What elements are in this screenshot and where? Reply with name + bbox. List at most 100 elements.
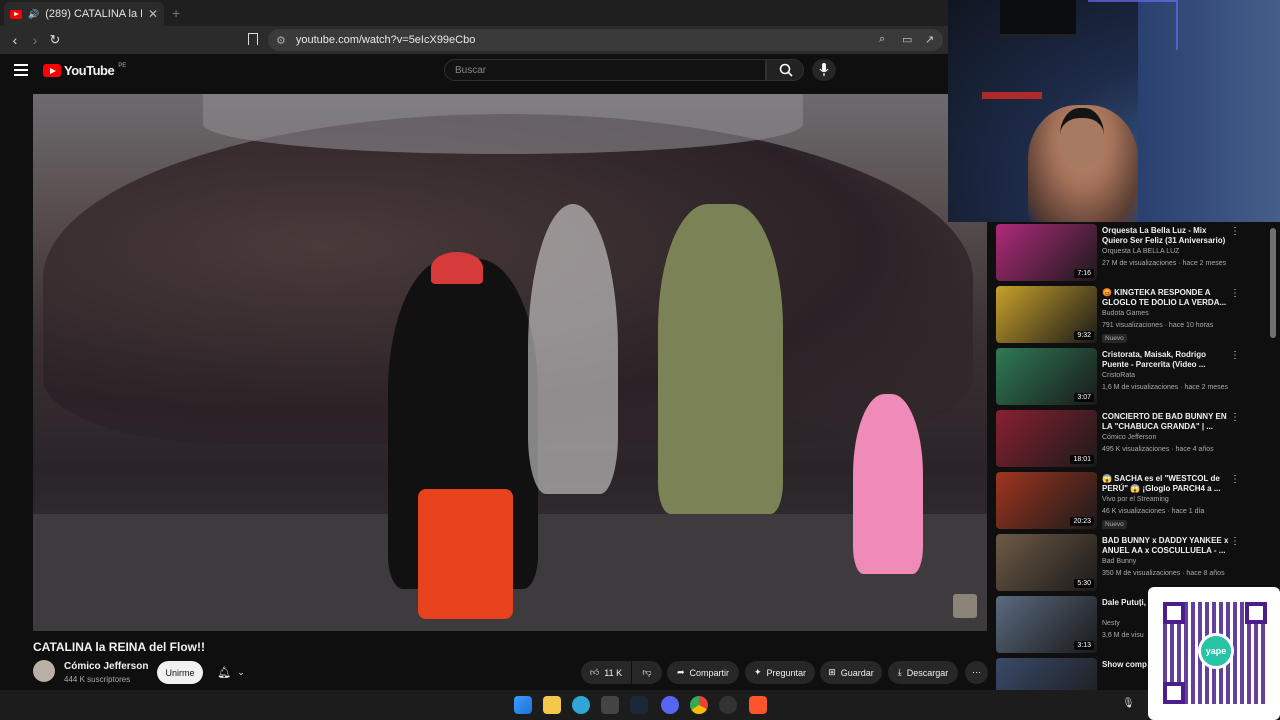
search-icon xyxy=(779,63,793,77)
rec-duration: 7:16 xyxy=(1074,269,1094,278)
rec-channel[interactable]: CristoRata xyxy=(1102,372,1135,379)
share-page-icon[interactable]: ↗ xyxy=(925,33,934,46)
store-icon[interactable] xyxy=(601,696,619,714)
ask-button[interactable]: ✦ Preguntar xyxy=(745,661,815,684)
rec-channel[interactable]: Nesty xyxy=(1102,620,1120,627)
menu-icon[interactable] xyxy=(14,64,28,76)
like-count: 11 K xyxy=(604,667,623,678)
rec-thumbnail[interactable]: 18:01 xyxy=(996,410,1097,467)
download-button[interactable]: ⤓ Descargar xyxy=(888,661,958,684)
rec-thumbnail[interactable]: 3:13 xyxy=(996,596,1097,653)
rec-duration: 20:23 xyxy=(1070,517,1094,526)
brave-icon[interactable] xyxy=(749,696,767,714)
night-sky xyxy=(203,94,803,154)
webcam-led-strip xyxy=(1088,0,1178,50)
dislike-button[interactable]: 👎︎ xyxy=(632,661,662,684)
rec-more-icon[interactable]: ⋮ xyxy=(1230,536,1240,547)
tab-title: (289) CATALINA la REINA del Flow!! xyxy=(45,8,142,20)
more-actions-button[interactable]: ⋯ xyxy=(965,661,988,684)
tray-mic-icon[interactable]: 🎙︎ xyxy=(1122,698,1135,709)
rec-meta: 350 M de visualizaciones · hace 8 años xyxy=(1102,570,1225,577)
windows-start-icon[interactable] xyxy=(514,696,532,714)
search-input[interactable]: Buscar xyxy=(444,59,766,81)
red-cap xyxy=(431,252,483,284)
discord-icon[interactable] xyxy=(661,696,679,714)
cast-icon[interactable]: ▭ xyxy=(902,33,912,46)
new-tab-button[interactable]: + xyxy=(172,5,180,21)
video-player[interactable] xyxy=(33,94,987,631)
steam-icon[interactable] xyxy=(630,696,648,714)
rec-meta: 791 visualizaciones · hace 10 horas xyxy=(1102,322,1214,329)
like-button[interactable]: 👍︎ 11 K xyxy=(581,661,631,684)
voice-search-button[interactable] xyxy=(812,59,836,81)
back-arrow-icon[interactable]: ‹ xyxy=(6,32,24,48)
qr-finder-top-left xyxy=(1163,602,1185,624)
rec-title[interactable]: Orquesta La Bella Luz - Mix Quiero Ser F… xyxy=(1102,226,1230,246)
tab-close-icon[interactable]: ✕ xyxy=(148,7,158,21)
rec-channel[interactable]: Vivo por el Streaming xyxy=(1102,496,1169,503)
chevron-down-icon: ⌄ xyxy=(237,667,245,677)
channel-name[interactable]: Cómico Jefferson xyxy=(64,661,148,672)
rec-duration: 3:13 xyxy=(1074,641,1094,650)
sparkle-icon: ✦ xyxy=(753,667,762,677)
rec-thumbnail[interactable]: 20:23 xyxy=(996,472,1097,529)
webcam-tv xyxy=(1000,0,1076,36)
rec-title[interactable]: 😡 KINGTEKA RESPONDE A GLOGLO TE DOLIO LA… xyxy=(1102,288,1230,308)
notification-bell-button[interactable]: 🔔︎ ⌄ xyxy=(210,661,252,684)
channel-avatar[interactable] xyxy=(33,660,55,682)
join-button[interactable]: Unirme xyxy=(157,661,203,684)
share-button[interactable]: ➦ Compartir xyxy=(667,661,739,684)
zoom-icon[interactable]: ⌕ xyxy=(879,33,885,46)
chrome-icon[interactable] xyxy=(690,696,708,714)
rec-meta: 3,6 M de visu xyxy=(1102,632,1144,639)
forward-arrow-icon[interactable]: › xyxy=(26,32,44,48)
bookmark-icon[interactable] xyxy=(248,33,258,45)
rec-more-icon[interactable]: ⋮ xyxy=(1230,350,1240,361)
rec-more-icon[interactable]: ⋮ xyxy=(1230,288,1240,299)
subscriber-count: 444 K suscriptores xyxy=(64,675,131,684)
reload-icon[interactable]: ↻ xyxy=(46,32,64,48)
save-icon: ⊞ xyxy=(828,667,836,677)
channel-watermark[interactable] xyxy=(953,594,977,618)
rec-more-icon[interactable]: ⋮ xyxy=(1230,474,1240,485)
bell-icon: 🔔︎ xyxy=(217,667,232,679)
youtube-logo[interactable]: YouTube PE xyxy=(43,63,126,78)
rec-title[interactable]: BAD BUNNY x DADDY YANKEE x ANUEL AA x CO… xyxy=(1102,536,1230,556)
rec-new-badge: Nuevo xyxy=(1102,520,1127,529)
browser-tab[interactable]: 🔊 (289) CATALINA la REINA del Flow!! ✕ xyxy=(4,2,164,26)
rec-channel[interactable]: Bad Bunny xyxy=(1102,558,1136,565)
rec-new-badge: Nuevo xyxy=(1102,334,1127,343)
obs-icon[interactable] xyxy=(719,696,737,714)
rec-title[interactable]: Cristorata, Maisak, Rodrigo Puente - Par… xyxy=(1102,350,1230,370)
rec-more-icon[interactable]: ⋮ xyxy=(1230,412,1240,423)
rec-channel[interactable]: Cómico Jefferson xyxy=(1102,434,1156,441)
sidebar-scrollbar[interactable] xyxy=(1270,228,1276,338)
save-button[interactable]: ⊞ Guardar xyxy=(820,661,882,684)
rec-thumbnail[interactable]: 9:32 xyxy=(996,286,1097,343)
rec-more-icon[interactable]: ⋮ xyxy=(1230,226,1240,237)
edge-icon[interactable] xyxy=(572,696,590,714)
site-settings-icon[interactable]: ⚙ xyxy=(276,34,286,47)
rec-meta: 495 K visualizaciones · hace 4 años xyxy=(1102,446,1214,453)
person-white-jacket xyxy=(528,204,618,494)
rec-channel[interactable]: Orquesta LA BELLA LUZ xyxy=(1102,248,1179,255)
rec-thumbnail[interactable]: 5:30 xyxy=(996,534,1097,591)
mic-icon xyxy=(819,63,829,76)
search-button[interactable] xyxy=(766,59,804,81)
person-green-jacket xyxy=(658,204,783,514)
rec-thumbnail[interactable]: 3:07 xyxy=(996,348,1097,405)
url-bar[interactable]: ⚙ youtube.com/watch?v=5eIcX99eCbo xyxy=(268,29,943,51)
rec-title[interactable]: 😱 SACHA es el "WESTCOL de PERÚ" 😱 ¡Glogl… xyxy=(1102,474,1230,494)
rec-meta: 46 K visualizaciones · hace 1 día xyxy=(1102,508,1205,515)
file-explorer-icon[interactable] xyxy=(543,696,561,714)
rec-meta: 27 M de visualizaciones · hace 2 meses xyxy=(1102,260,1227,267)
qr-finder-bottom-left xyxy=(1163,682,1185,704)
save-label: Guardar xyxy=(840,667,874,678)
share-label: Compartir xyxy=(689,667,730,678)
share-icon: ➦ xyxy=(676,667,685,677)
rec-channel[interactable]: Budota Games xyxy=(1102,310,1149,317)
rec-thumbnail[interactable]: 7:16 xyxy=(996,224,1097,281)
download-label: Descargar xyxy=(906,667,949,678)
rec-meta: 1,6 M de visualizaciones · hace 2 meses xyxy=(1102,384,1229,391)
rec-title[interactable]: CONCIERTO DE BAD BUNNY EN LA "CHABUCA GR… xyxy=(1102,412,1230,432)
